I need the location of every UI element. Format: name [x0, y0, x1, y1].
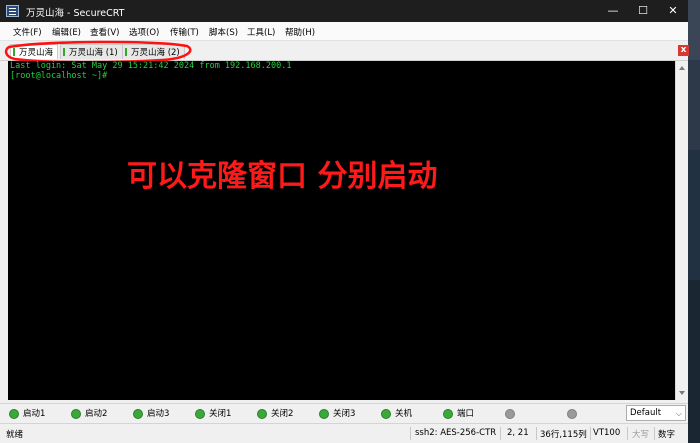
menu-edit[interactable]: 编辑(E) — [52, 26, 81, 38]
terminal-screen[interactable]: Last login: Sat May 29 15:21:42 2024 fro… — [8, 61, 675, 400]
button-close-2[interactable]: 关闭2 — [257, 406, 293, 422]
button-start-2[interactable]: 启动2 — [71, 406, 107, 422]
menu-tools[interactable]: 工具(L) — [247, 26, 275, 38]
status-bar: 就绪 ssh2: AES-256-CTR 2, 21 36行,115列 VT10… — [0, 423, 688, 443]
button-label: 关闭2 — [271, 409, 294, 419]
status-divider — [410, 427, 411, 440]
securecrt-app-icon — [6, 5, 19, 17]
button-label: 关闭3 — [333, 409, 356, 419]
chevron-down-icon: ⌵ — [675, 409, 682, 418]
status-ready: 就绪 — [6, 430, 24, 440]
maximize-button[interactable]: ☐ — [628, 0, 658, 22]
status-divider — [536, 427, 537, 440]
menu-file[interactable]: 文件(F) — [13, 26, 42, 38]
button-label: 关闭1 — [209, 409, 232, 419]
menu-options[interactable]: 选项(O) — [129, 26, 159, 38]
button-shutdown[interactable]: 关机 — [381, 406, 412, 422]
green-dot-icon — [319, 409, 329, 419]
securecrt-window: 万灵山海 - SecureCRT — ☐ ✕ 文件(F) 编辑(E) 查看(V)… — [0, 0, 689, 443]
terminal-scrollbar[interactable] — [675, 61, 688, 400]
scroll-down-icon[interactable] — [679, 391, 685, 395]
menu-bar: 文件(F) 编辑(E) 查看(V) 选项(O) 传输(T) 脚本(S) 工具(L… — [0, 22, 688, 41]
close-tab-button[interactable]: x — [678, 45, 689, 56]
gray-dot-icon — [505, 409, 515, 419]
status-protocol: ssh2: AES-256-CTR — [415, 428, 497, 438]
button-label: 启动1 — [23, 409, 46, 419]
green-dot-icon — [257, 409, 267, 419]
status-num-lock: 数字 — [658, 430, 676, 440]
status-emulation: VT100 — [593, 428, 621, 438]
menu-help[interactable]: 帮助(H) — [285, 26, 315, 38]
button-empty-1[interactable] — [505, 406, 519, 422]
minimize-button[interactable]: — — [598, 0, 628, 22]
annotation-text: 可以克隆窗口 分别启动 — [127, 159, 438, 194]
button-close-3[interactable]: 关闭3 — [319, 406, 355, 422]
terminal-prompt-line: [root@localhost ~]# — [10, 71, 108, 81]
button-label: 关机 — [395, 409, 413, 419]
menu-transfer[interactable]: 传输(T) — [170, 26, 199, 38]
menu-script[interactable]: 脚本(S) — [209, 26, 238, 38]
status-terminal-size: 36行,115列 — [540, 430, 587, 440]
close-button[interactable]: ✕ — [658, 0, 688, 22]
terminal-last-login-line: Last login: Sat May 29 15:21:42 2024 fro… — [10, 61, 292, 71]
button-close-1[interactable]: 关闭1 — [195, 406, 231, 422]
button-bar-select[interactable]: Default ⌵ — [626, 405, 686, 421]
status-divider — [627, 427, 628, 440]
title-bar: 万灵山海 - SecureCRT — ☐ ✕ — [0, 0, 688, 22]
green-dot-icon — [443, 409, 453, 419]
status-divider — [500, 427, 501, 440]
window-title: 万灵山海 - SecureCRT — [26, 8, 125, 19]
green-dot-icon — [71, 409, 81, 419]
button-start-3[interactable]: 启动3 — [133, 406, 169, 422]
green-dot-icon — [9, 409, 19, 419]
select-value: Default — [630, 408, 662, 418]
gray-dot-icon — [567, 409, 577, 419]
button-label: 端口 — [457, 409, 475, 419]
menu-view[interactable]: 查看(V) — [90, 26, 119, 38]
red-circle-annotation — [4, 40, 192, 63]
button-label: 启动3 — [147, 409, 170, 419]
scroll-up-icon[interactable] — [679, 66, 685, 70]
green-dot-icon — [195, 409, 205, 419]
button-label: 启动2 — [85, 409, 108, 419]
status-cursor-position: 2, 21 — [507, 428, 529, 438]
button-empty-2[interactable] — [567, 406, 581, 422]
status-divider — [654, 427, 655, 440]
button-port[interactable]: 端口 — [443, 406, 474, 422]
green-dot-icon — [381, 409, 391, 419]
button-start-1[interactable]: 启动1 — [9, 406, 45, 422]
button-bar: 启动1 启动2 启动3 关闭1 关闭2 关闭3 关机 端口 — [0, 403, 688, 423]
green-dot-icon — [133, 409, 143, 419]
status-divider — [590, 427, 591, 440]
desktop-background — [688, 0, 700, 443]
status-caps-lock: 大写 — [632, 430, 650, 440]
